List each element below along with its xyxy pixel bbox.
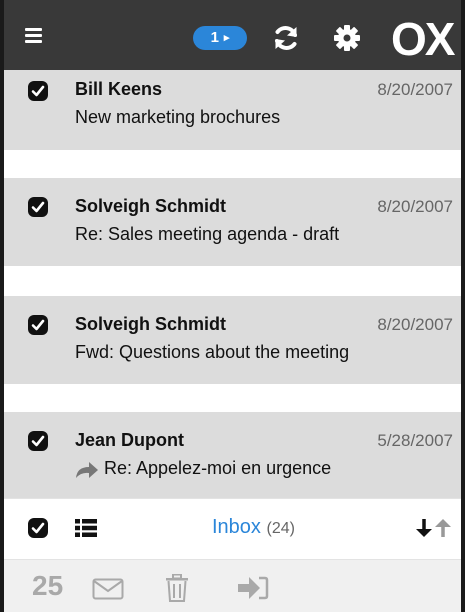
app-frame: 1 ▸ OX Bill Keens 8/20/2007 New marketing b…: [0, 0, 465, 612]
folder-name: Inbox: [212, 516, 261, 538]
message-checkbox[interactable]: [28, 315, 48, 335]
checkmark-icon: [31, 319, 45, 331]
list-view-icon[interactable]: [75, 519, 97, 537]
message-row[interactable]: Solveigh Schmidt 8/20/2007 Fwd: Questions …: [4, 296, 461, 384]
selected-count: 25: [32, 570, 64, 601]
message-date: 5/28/2007: [377, 431, 453, 450]
refresh-icon[interactable]: [272, 24, 300, 52]
checkmark-icon: [31, 522, 45, 534]
folder-label[interactable]: Inbox (24): [212, 516, 295, 539]
message-subject: Re: Appelez-moi en urgence: [104, 458, 332, 478]
checkmark-icon: [31, 435, 45, 447]
badge-count: 1: [210, 29, 219, 46]
message-subject: Re: Sales meeting agenda - draft: [75, 224, 340, 244]
ox-logo: OX: [391, 13, 455, 65]
message-sender: Solveigh Schmidt: [75, 196, 227, 216]
message-checkbox[interactable]: [28, 81, 48, 101]
message-checkbox[interactable]: [28, 431, 48, 451]
menu-icon[interactable]: [25, 28, 42, 46]
checkmark-icon: [31, 201, 45, 213]
top-bar: 1 ▸ OX: [4, 0, 461, 71]
message-row[interactable]: Solveigh Schmidt 8/20/2007 Re: Sales meeti…: [4, 178, 461, 266]
message-date: 8/20/2007: [377, 315, 453, 334]
message-sender: Jean Dupont: [75, 430, 185, 450]
folder-count: (24): [266, 520, 295, 537]
message-date: 8/20/2007: [377, 80, 453, 99]
message-checkbox[interactable]: [28, 197, 48, 217]
message-sender: Bill Keens: [75, 79, 163, 99]
message-row[interactable]: Bill Keens 8/20/2007 New marketing brochur…: [4, 70, 461, 150]
message-subject: New marketing brochures: [75, 107, 281, 127]
badge-arrow-icon: ▸: [223, 32, 230, 44]
message-subject: Fwd: Questions about the meeting: [75, 342, 350, 362]
move-icon[interactable]: [237, 576, 269, 600]
envelope-icon[interactable]: [92, 578, 124, 600]
message-row[interactable]: Jean Dupont 5/28/2007 Re: Appelez-moi en u…: [4, 412, 461, 500]
action-bar: 25: [4, 559, 461, 612]
gear-icon[interactable]: [334, 25, 360, 51]
sort-order-icon[interactable]: [415, 518, 453, 538]
checkmark-icon: [31, 85, 45, 97]
message-date: 8/20/2007: [377, 197, 453, 216]
trash-icon[interactable]: [165, 574, 189, 602]
notification-badge[interactable]: 1 ▸: [193, 26, 247, 50]
list-toolbar: Inbox (24): [4, 498, 461, 559]
forward-arrow-icon: [76, 462, 98, 478]
select-all-checkbox[interactable]: [28, 518, 48, 538]
message-sender: Solveigh Schmidt: [75, 314, 227, 334]
